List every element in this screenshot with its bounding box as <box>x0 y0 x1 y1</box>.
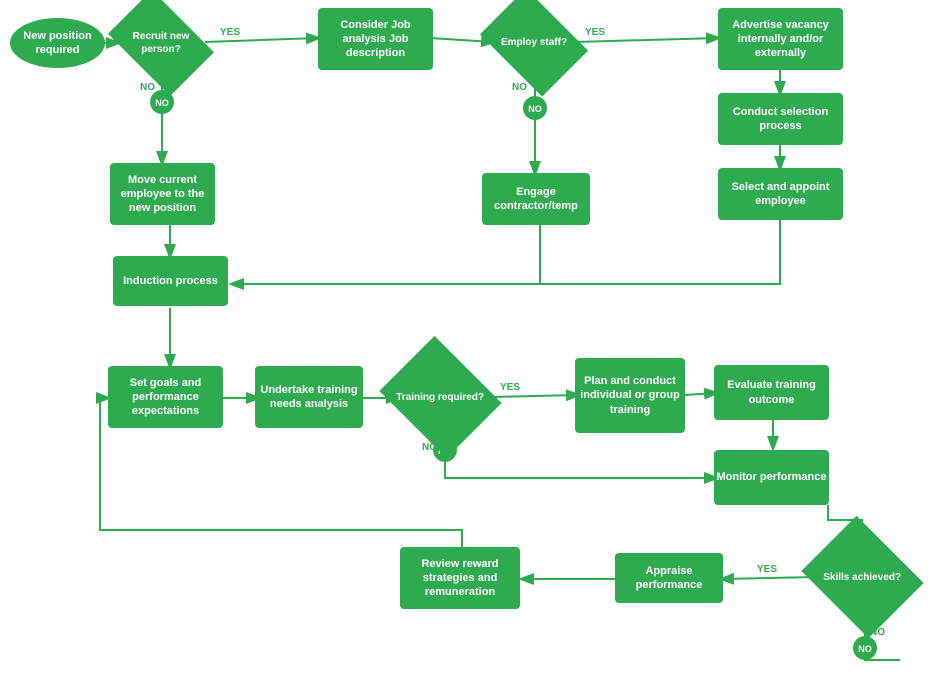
svg-text:NO: NO <box>858 644 872 654</box>
evaluate-training-node: Evaluate training outcome <box>714 365 829 420</box>
svg-text:NO: NO <box>140 82 155 93</box>
svg-text:YES: YES <box>757 564 777 575</box>
svg-text:YES: YES <box>220 27 240 38</box>
svg-text:NO: NO <box>528 104 542 114</box>
svg-text:NO: NO <box>155 98 169 108</box>
new-position-node: New position required <box>10 18 105 68</box>
appraise-node: Appraise performance <box>615 553 723 603</box>
plan-conduct-node: Plan and conduct individual or group tra… <box>575 358 685 433</box>
induction-node: Induction process <box>113 256 228 306</box>
training-needs-node: Undertake training needs analysis <box>255 366 363 428</box>
skills-achieved-node: Skills achieved? <box>801 516 923 638</box>
svg-text:NO: NO <box>512 82 527 93</box>
advertise-node: Advertise vacancy internally and/or exte… <box>718 8 843 70</box>
engage-contractor-node: Engage contractor/temp <box>482 173 590 225</box>
employ-staff-node: Employ staff? <box>480 0 588 97</box>
svg-text:YES: YES <box>585 27 605 38</box>
flowchart: YES YES YES YES NO NO NO NO NO NO NO NO … <box>0 0 945 694</box>
consider-job-node: Consider Job analysis Job description <box>318 8 433 70</box>
move-employee-node: Move current employee to the new positio… <box>110 163 215 225</box>
conduct-selection-node: Conduct selection process <box>718 93 843 145</box>
svg-text:YES: YES <box>500 382 520 393</box>
select-appoint-node: Select and appoint employee <box>718 168 843 220</box>
set-goals-node: Set goals and performance expectations <box>108 366 223 428</box>
monitor-performance-node: Monitor performance <box>714 450 829 505</box>
training-required-node: Training required? <box>379 336 501 458</box>
review-reward-node: Review reward strategies and remuneratio… <box>400 547 520 609</box>
recruit-new-node: Recruit new person? <box>108 0 214 96</box>
